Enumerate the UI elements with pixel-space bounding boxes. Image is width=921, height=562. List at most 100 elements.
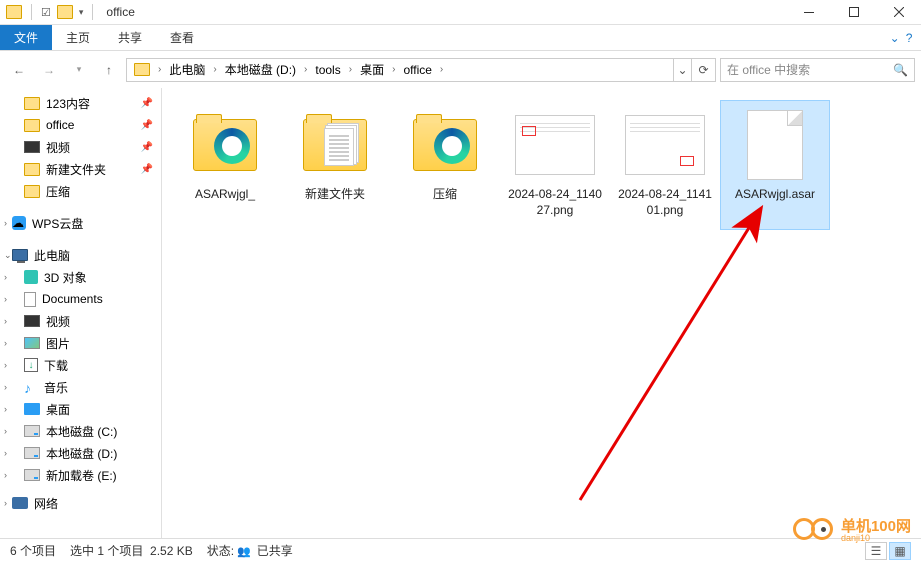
address-dropdown[interactable]: ⌄ bbox=[673, 59, 691, 81]
sidebar-item-quickaccess[interactable]: 视频📌 bbox=[0, 136, 161, 158]
sidebar-item-3d[interactable]: › 3D 对象 bbox=[0, 266, 161, 288]
folder-icon bbox=[57, 5, 73, 19]
minimize-button[interactable] bbox=[786, 0, 831, 25]
tab-home[interactable]: 主页 bbox=[52, 25, 104, 50]
grid-icon: ▦ bbox=[894, 544, 905, 558]
sidebar-item-label: 此电脑 bbox=[34, 247, 70, 264]
view-large-icons-button[interactable]: ▦ bbox=[889, 542, 911, 560]
address-bar[interactable]: › 此电脑 › 本地磁盘 (D:) › tools › 桌面 › office … bbox=[126, 58, 716, 82]
expand-icon[interactable]: › bbox=[4, 498, 7, 508]
close-button[interactable] bbox=[876, 0, 921, 25]
breadcrumb[interactable]: 此电脑 bbox=[164, 59, 210, 81]
recent-dropdown[interactable]: ▾ bbox=[66, 58, 92, 82]
sidebar-item-drive-e[interactable]: ›新加载卷 (E:) bbox=[0, 464, 161, 486]
sidebar-item-pictures[interactable]: ›图片 bbox=[0, 332, 161, 354]
sidebar-item-label: 3D 对象 bbox=[44, 269, 87, 286]
file-item[interactable]: ASARwjgl.asar bbox=[720, 100, 830, 230]
sidebar-item-desktop[interactable]: › 桌面 bbox=[0, 398, 161, 420]
sidebar-item-music[interactable]: ›♪音乐 bbox=[0, 376, 161, 398]
back-button[interactable]: ← bbox=[6, 58, 32, 82]
downloads-icon: ↓ bbox=[24, 358, 38, 372]
chevron-right-icon[interactable]: › bbox=[346, 64, 355, 75]
expand-icon[interactable]: › bbox=[4, 218, 7, 228]
tab-share[interactable]: 共享 bbox=[104, 25, 156, 50]
sidebar-item-downloads[interactable]: ›↓下载 bbox=[0, 354, 161, 376]
video-icon bbox=[24, 141, 40, 153]
sidebar-item-videos[interactable]: ›视频 bbox=[0, 310, 161, 332]
list-icon: ☰ bbox=[871, 544, 882, 558]
forward-button[interactable]: → bbox=[36, 58, 62, 82]
sidebar-item-network[interactable]: ›网络 bbox=[0, 492, 161, 514]
titlebar: ☑ ▾ office bbox=[0, 0, 921, 25]
file-item[interactable]: 新建文件夹 bbox=[280, 100, 390, 230]
sidebar-item-drive-d[interactable]: › 本地磁盘 (D:) bbox=[0, 442, 161, 464]
folder-icon bbox=[303, 119, 367, 171]
search-input[interactable]: 在 office 中搜索 🔍 bbox=[720, 58, 915, 82]
chevron-right-icon[interactable]: › bbox=[155, 64, 164, 75]
status-shared: 状态: 已共享 bbox=[207, 542, 293, 559]
sidebar-item-this-pc[interactable]: ⌄ 此电脑 bbox=[0, 244, 161, 266]
sidebar-item-label: 视频 bbox=[46, 139, 70, 156]
sidebar-item-quickaccess[interactable]: 123内容📌 bbox=[0, 92, 161, 114]
help-icon[interactable]: ? bbox=[906, 31, 913, 45]
expand-icon[interactable]: › bbox=[4, 404, 7, 414]
sidebar-item-drive-c[interactable]: ›本地磁盘 (C:) bbox=[0, 420, 161, 442]
sidebar-item-label: 本地磁盘 (D:) bbox=[46, 445, 117, 462]
watermark: 单机100网 danji10 bbox=[793, 518, 911, 544]
expand-icon[interactable]: › bbox=[4, 294, 7, 304]
sidebar-item-quickaccess[interactable]: 压缩 bbox=[0, 180, 161, 202]
breadcrumb[interactable]: 桌面 bbox=[355, 59, 389, 81]
refresh-icon: ⟳ bbox=[698, 63, 708, 77]
sidebar-item-wps[interactable]: ›☁WPS云盘 bbox=[0, 212, 161, 234]
sidebar-item-label: 桌面 bbox=[46, 401, 70, 418]
pictures-icon bbox=[24, 337, 40, 349]
tab-view[interactable]: 查看 bbox=[156, 25, 208, 50]
sidebar-item-quickaccess[interactable]: office📌 bbox=[0, 114, 161, 136]
file-item[interactable]: 2024-08-24_114101.png bbox=[610, 100, 720, 230]
breadcrumb[interactable]: tools bbox=[310, 59, 345, 81]
watermark-text: 单机100网 bbox=[841, 519, 911, 534]
drive-icon bbox=[24, 469, 40, 481]
chevron-right-icon[interactable]: › bbox=[389, 64, 398, 75]
folder-icon bbox=[6, 5, 22, 19]
tab-file[interactable]: 文件 bbox=[0, 25, 52, 50]
file-item[interactable]: ASARwjgl_ bbox=[170, 100, 280, 230]
breadcrumb-root[interactable] bbox=[129, 59, 155, 81]
edge-icon bbox=[214, 128, 250, 164]
expand-icon[interactable]: › bbox=[4, 448, 7, 458]
chevron-right-icon[interactable]: › bbox=[210, 64, 219, 75]
chevron-right-icon[interactable]: › bbox=[301, 64, 310, 75]
checkbox-icon[interactable]: ☑ bbox=[41, 6, 51, 19]
refresh-button[interactable]: ⟳ bbox=[691, 59, 715, 81]
file-item[interactable]: 2024-08-24_114027.png bbox=[500, 100, 610, 230]
pc-icon bbox=[12, 249, 28, 261]
expand-icon[interactable]: › bbox=[4, 382, 7, 392]
watermark-logo-icon bbox=[793, 518, 837, 544]
folder-icon bbox=[413, 119, 477, 171]
ribbon-expand-button[interactable]: ⌄ ? bbox=[881, 25, 921, 50]
3d-icon bbox=[24, 270, 38, 284]
view-details-button[interactable]: ☰ bbox=[865, 542, 887, 560]
arrow-up-icon: ↑ bbox=[106, 63, 112, 77]
sidebar-item-quickaccess[interactable]: 新建文件夹📌 bbox=[0, 158, 161, 180]
maximize-button[interactable] bbox=[831, 0, 876, 25]
expand-icon[interactable]: › bbox=[4, 316, 7, 326]
divider bbox=[31, 4, 32, 20]
search-icon: 🔍 bbox=[893, 63, 908, 77]
file-item[interactable]: 压缩 bbox=[390, 100, 500, 230]
minimize-icon bbox=[804, 12, 814, 13]
collapse-icon[interactable]: ⌄ bbox=[4, 250, 12, 261]
dropdown-icon[interactable]: ▾ bbox=[79, 7, 84, 18]
expand-icon[interactable]: › bbox=[4, 338, 7, 348]
sidebar-item-documents[interactable]: ›Documents bbox=[0, 288, 161, 310]
chevron-right-icon[interactable]: › bbox=[437, 64, 446, 75]
breadcrumb[interactable]: 本地磁盘 (D:) bbox=[220, 59, 301, 81]
breadcrumb[interactable]: office bbox=[398, 59, 436, 81]
expand-icon[interactable]: › bbox=[4, 360, 7, 370]
sidebar-item-label: office bbox=[46, 118, 74, 132]
expand-icon[interactable]: › bbox=[4, 426, 7, 436]
file-pane[interactable]: ASARwjgl_ 新建文件夹 压缩 2024-08-24_114027.png… bbox=[162, 88, 921, 538]
expand-icon[interactable]: › bbox=[4, 470, 7, 480]
up-button[interactable]: ↑ bbox=[96, 58, 122, 82]
expand-icon[interactable]: › bbox=[4, 272, 7, 282]
